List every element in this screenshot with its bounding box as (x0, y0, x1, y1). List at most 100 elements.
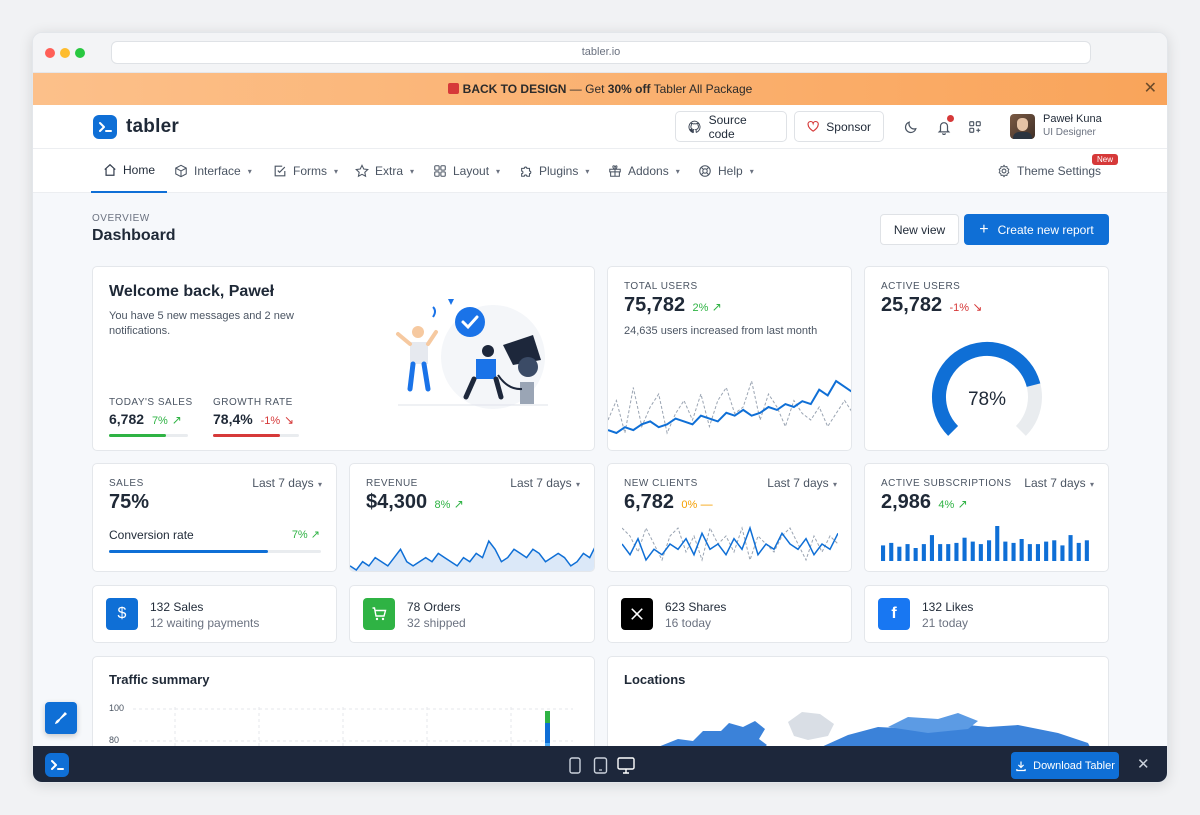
today-sales-value: 6,782 (109, 411, 145, 427)
nav-help[interactable]: Help ▾ (698, 149, 754, 193)
today-sales-label: TODAY'S SALES (109, 397, 193, 408)
nav-layout[interactable]: Layout ▾ (433, 149, 500, 193)
revenue-area-chart (350, 539, 594, 571)
chevron-down-icon: ▾ (334, 166, 339, 176)
subscription-bar (938, 544, 943, 561)
nav-addons-label: Addons (628, 164, 669, 178)
nav-forms[interactable]: Forms ▾ (273, 149, 338, 193)
logo[interactable]: tabler (93, 115, 179, 139)
stat-card-sales[interactable]: $ 132 Sales 12 waiting payments (92, 585, 337, 643)
growth-rate-value: 78,4% (213, 411, 253, 427)
growth-rate-label: GROWTH RATE (213, 397, 293, 408)
source-code-button[interactable]: Source code (675, 111, 787, 142)
chevron-down-icon: ▾ (675, 166, 680, 176)
desktop-device-icon[interactable] (617, 757, 635, 774)
user-menu[interactable]: Paweł Kuna UI Designer (1010, 113, 1102, 139)
stat-card-orders[interactable]: 78 Orders 32 shipped (349, 585, 595, 643)
maximize-window-button[interactable] (75, 48, 85, 58)
user-role: UI Designer (1043, 127, 1096, 138)
nav-interface-label: Interface (194, 164, 241, 178)
new-clients-delta: 0% (681, 499, 698, 511)
layout-icon (434, 165, 446, 177)
nav-extra-label: Extra (375, 164, 404, 178)
subscriptions-card: ACTIVE SUBSCRIPTIONS Last 7 days ▾ 2,986… (864, 463, 1109, 572)
total-users-sparkline (608, 379, 851, 435)
sales-period-dropdown[interactable]: Last 7 days ▾ (252, 476, 322, 490)
nav-interface[interactable]: Interface ▾ (174, 149, 252, 193)
nav-plugins-label: Plugins (539, 164, 579, 178)
app-header: tabler Source code Sponsor Paweł Kuna UI… (33, 105, 1167, 149)
theme-brush-button[interactable] (45, 702, 77, 734)
tabler-logo-icon[interactable] (45, 753, 69, 777)
welcome-text: You have 5 new messages and 2 new notifi… (109, 310, 294, 337)
new-badge: New (1092, 154, 1119, 165)
theme-settings-label: Theme Settings (1017, 164, 1102, 178)
sponsor-button[interactable]: Sponsor (794, 111, 884, 142)
sales-card: SALES Last 7 days ▾ 75% Conversion rate … (92, 463, 337, 572)
subscription-bar (987, 540, 992, 561)
stat-card-likes[interactable]: f 132 Likes 21 today (864, 585, 1109, 643)
welcome-title: Welcome back, Paweł (109, 283, 275, 300)
close-window-button[interactable] (45, 48, 55, 58)
main-nav: Home Interface ▾ Forms ▾ Extra ▾ Layout ▾ Pl… (33, 149, 1167, 193)
conversion-progress (109, 550, 321, 553)
subscription-bar (889, 542, 894, 561)
sponsor-label: Sponsor (826, 119, 871, 134)
checkbox-icon (274, 165, 286, 177)
nav-addons[interactable]: Addons ▾ (608, 149, 680, 193)
tablet-device-icon[interactable] (593, 757, 608, 774)
nav-theme-settings[interactable]: Theme Settings (997, 149, 1101, 193)
stat-orders-line1: 78 Orders (407, 600, 461, 614)
facebook-icon: f (878, 598, 910, 630)
stat-likes-line1: 132 Likes (922, 600, 974, 614)
plus-icon: + (979, 220, 989, 238)
new-clients-label: NEW CLIENTS (624, 478, 698, 489)
chevron-down-icon: ▾ (832, 480, 837, 489)
gift-icon (447, 83, 459, 94)
sales-label: SALES (109, 478, 144, 489)
moon-icon[interactable] (902, 118, 920, 136)
subscription-bar (905, 544, 910, 561)
active-users-label: ACTIVE USERS (881, 281, 961, 292)
download-icon (1016, 761, 1026, 771)
promo-banner[interactable]: BACK TO DESIGN — Get 30% off Tabler All … (33, 73, 1167, 105)
series-current (608, 379, 851, 435)
nav-home[interactable]: Home (91, 149, 168, 193)
gauge-label: 78% (968, 389, 1006, 410)
stat-shares-line2: 16 today (665, 616, 712, 630)
subscription-bar (897, 546, 902, 561)
revenue-label: REVENUE (366, 478, 418, 489)
subscriptions-period-label: Last 7 days (1024, 476, 1086, 490)
minimize-window-button[interactable] (60, 48, 70, 58)
create-report-button[interactable]: + Create new report (964, 214, 1109, 245)
mobile-device-icon[interactable] (568, 757, 582, 774)
close-icon[interactable]: ✕ (1144, 73, 1157, 105)
nav-plugins[interactable]: Plugins ▾ (519, 149, 589, 193)
new-view-button[interactable]: New view (880, 214, 959, 245)
subscription-bar (1044, 541, 1049, 561)
nav-help-label: Help (718, 164, 743, 178)
apps-icon[interactable] (966, 118, 984, 136)
new-clients-period-dropdown[interactable]: Last 7 days ▾ (767, 476, 837, 490)
subscriptions-period-dropdown[interactable]: Last 7 days ▾ (1024, 476, 1094, 490)
download-label: Download Tabler (1033, 759, 1115, 772)
close-icon[interactable]: ✕ (1137, 755, 1150, 773)
stat-card-shares[interactable]: 623 Shares 16 today (607, 585, 852, 643)
nav-extra[interactable]: Extra ▾ (355, 149, 414, 193)
growth-rate-delta: -1% (260, 415, 281, 427)
active-users-delta: -1% (949, 302, 970, 314)
total-users-row: 75,782 2% ↗ (624, 294, 722, 317)
today-sales-row: 6,782 7% ↗ (109, 411, 182, 427)
growth-rate-row: 78,4% -1% ↘ (213, 411, 294, 427)
download-tabler-button[interactable]: Download Tabler (1011, 752, 1119, 779)
bell-icon[interactable] (935, 115, 954, 136)
home-icon (104, 163, 116, 176)
active-users-card: ACTIVE USERS 25,782 -1% ↘ 78% (864, 266, 1109, 451)
promo-discount: 30% off (607, 82, 651, 96)
revenue-period-label: Last 7 days (510, 476, 572, 490)
subscription-bar (921, 544, 926, 561)
revenue-period-dropdown[interactable]: Last 7 days ▾ (510, 476, 580, 490)
traffic-ytick-80: 80 (109, 735, 120, 745)
address-bar[interactable]: tabler.io (111, 41, 1091, 64)
currency-dollar-icon: $ (106, 598, 138, 630)
